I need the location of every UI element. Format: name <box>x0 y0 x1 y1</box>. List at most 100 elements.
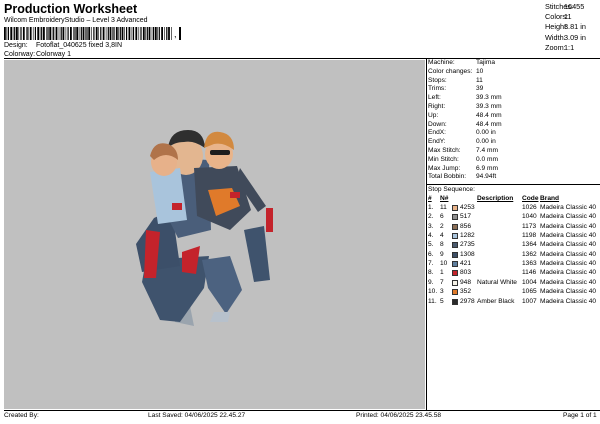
barcode-suffix: , <box>174 29 177 39</box>
stat-colors: Colors: 11 <box>545 12 572 22</box>
design-label: Design: <box>4 42 28 49</box>
color-swatch <box>452 214 458 221</box>
info-row-left: Left: 39.3 mm <box>428 94 502 102</box>
col-header-code: Code <box>522 195 539 202</box>
info-row-max-jump: Max Jump: 6.9 mm <box>428 164 498 172</box>
stop-row: 1. 11 4253 1026 Madeira Classic 40 <box>428 204 600 213</box>
thread-number: 2735 <box>460 241 475 249</box>
panel-divider <box>426 58 427 410</box>
stop-row: 7. 10 421 1363 Madeira Classic 40 <box>428 260 600 269</box>
stop-row: 2. 6 517 1040 Madeira Classic 40 <box>428 213 600 222</box>
footer-created-by: Created By: <box>4 412 39 419</box>
embroidery-design-image <box>136 130 273 326</box>
needle-number: 5 <box>440 297 444 305</box>
thread-number: 948 <box>460 278 472 286</box>
needle-number: 4 <box>440 232 444 240</box>
info-row-stops: Stops: 11 <box>428 76 483 84</box>
info-row-color-changes: Color changes: 10 <box>428 67 484 75</box>
stop-number: 7. <box>428 260 434 268</box>
stop-number: 3. <box>428 222 434 230</box>
stop-number: 9. <box>428 278 434 286</box>
stop-number: 6. <box>428 250 434 258</box>
design-preview[interactable] <box>4 60 425 409</box>
barcode <box>4 27 172 40</box>
footer-divider <box>4 410 600 411</box>
needle-number: 1 <box>440 269 444 277</box>
thread-brand: Madeira Classic 40 <box>540 269 597 277</box>
color-swatch <box>452 242 458 249</box>
needle-number: 7 <box>440 278 444 286</box>
info-divider <box>426 184 600 185</box>
thread-brand: Madeira Classic 40 <box>540 297 597 305</box>
thread-code: 1026 <box>522 204 537 211</box>
needle-number: 2 <box>440 222 444 230</box>
thread-number: 421 <box>460 260 472 268</box>
software-subtitle: Wilcom EmbroideryStudio – Level 3 Advanc… <box>4 17 148 24</box>
stat-height: Height: 3.81 in <box>545 22 586 32</box>
info-row-down: Down: 48.4 mm <box>428 120 502 128</box>
header-divider <box>4 58 600 59</box>
col-header-n: N# <box>440 195 449 202</box>
stop-sequence-header: # N# Description Code Brand <box>428 195 600 204</box>
color-swatch <box>452 251 458 258</box>
stop-row: 11. 5 2978 Amber Black 1007 Madeira Classic 4… <box>428 298 600 307</box>
needle-number: 8 <box>440 241 444 249</box>
thread-brand: Madeira Classic 40 <box>540 204 597 211</box>
info-row-min-stitch: Min Stitch: 0.0 mm <box>428 155 498 163</box>
thread-brand: Madeira Classic 40 <box>540 288 597 296</box>
thread-number: 1282 <box>460 232 475 240</box>
thread-code: 1362 <box>522 250 537 258</box>
stop-number: 5. <box>428 241 434 249</box>
color-swatch <box>452 289 458 296</box>
footer-page-number: Page 1 of 1 <box>563 412 597 419</box>
stat-width: Width: 3.09 in <box>545 32 586 42</box>
needle-number: 10 <box>440 260 448 268</box>
thread-brand: Madeira Classic 40 <box>540 232 597 240</box>
stat-zoom: Zoom: 1:1 <box>545 42 575 52</box>
thread-code: 1065 <box>522 288 537 296</box>
barcode-end-bar <box>179 27 181 40</box>
stop-number: 2. <box>428 213 434 221</box>
stop-row: 6. 9 1308 1362 Madeira Classic 40 <box>428 251 600 260</box>
worksheet-title: Production Worksheet <box>4 2 138 16</box>
thread-brand: Madeira Classic 40 <box>540 241 597 249</box>
color-swatch <box>452 298 458 305</box>
stop-row: 8. 1 803 1146 Madeira Classic 40 <box>428 269 600 278</box>
thread-number: 856 <box>460 222 472 230</box>
stop-row: 3. 2 856 1173 Madeira Classic 40 <box>428 223 600 232</box>
info-row-endx: EndX: 0.00 in <box>428 129 496 137</box>
thread-brand: Madeira Classic 40 <box>540 213 597 221</box>
colorway-value: Colorway 1 <box>36 51 72 58</box>
thread-code: 1363 <box>522 260 537 268</box>
col-header-num: # <box>428 195 432 202</box>
info-row-total-bobbin: Total Bobbin: 94.94ft <box>428 173 497 181</box>
stop-row: 9. 7 948 Natural White 1004 Madeira Classic 4… <box>428 279 600 288</box>
thread-code: 1004 <box>522 278 537 286</box>
design-row: Design: Fotoflat_040625 fixed 3,8IN <box>4 42 122 49</box>
thread-number: 2978 <box>460 297 475 305</box>
info-row-up: Up: 48.4 mm <box>428 111 502 119</box>
stop-number: 8. <box>428 269 434 277</box>
thread-code: 1198 <box>522 232 537 240</box>
stop-row: 5. 8 2735 1364 Madeira Classic 40 <box>428 241 600 250</box>
info-row-machine: Machine: Tajima <box>428 59 496 66</box>
footer-last-saved: Last Saved: 04/06/2025 22.45.27 <box>148 412 246 419</box>
thread-code: 1364 <box>522 241 537 249</box>
needle-number: 6 <box>440 213 444 221</box>
info-row-max-stitch: Max Stitch: 7.4 mm <box>428 146 498 154</box>
needle-number: 11 <box>440 204 447 211</box>
stop-number: 4. <box>428 232 434 240</box>
color-swatch <box>452 279 458 286</box>
stop-number: 11. <box>428 297 437 305</box>
color-swatch <box>452 223 458 230</box>
col-header-description: Description <box>477 195 514 202</box>
design-stats: Stitches: 16455 Colors: 11 Height: 3.81 in … <box>545 2 586 53</box>
color-swatch <box>452 261 458 268</box>
colorway-row: Colorway: Colorway 1 <box>4 51 71 58</box>
thread-description: Natural White <box>477 278 517 286</box>
info-row-endy: EndY: 0.00 in <box>428 138 496 146</box>
thread-description: Amber Black <box>477 297 515 305</box>
thread-number: 352 <box>460 288 472 296</box>
thread-code: 1007 <box>522 297 537 305</box>
machine-info: Machine: Tajima Color changes: 10 Stops: 11… <box>428 59 502 182</box>
